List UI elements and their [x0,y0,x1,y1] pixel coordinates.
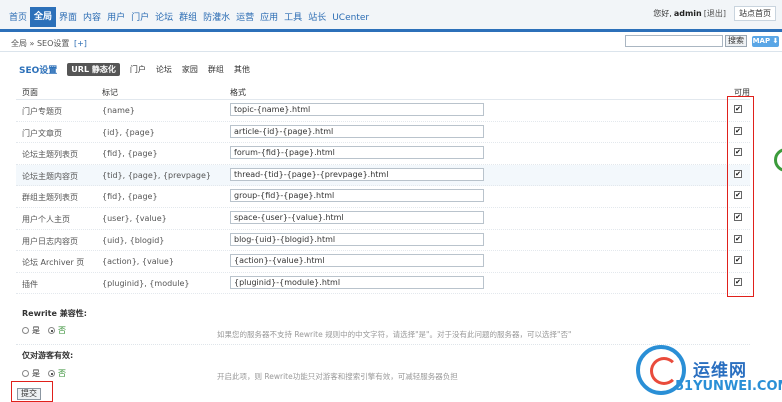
username: admin [673,9,702,18]
watermark-en-text: 51YUNWEI.COM [675,379,782,394]
nav-item-global[interactable]: 全局 [30,7,57,27]
table-row: 群组主题列表页 {fid}, {page} group-{fid}-{page}… [16,186,750,208]
table-header: 页面 标记 格式 可用 [16,83,750,100]
tab-other[interactable]: 其他 [234,64,250,75]
row-page-name: 论坛主题列表页 [22,150,78,160]
row-page-name: 用户个人主页 [22,214,70,224]
row-page-name: 门户文章页 [22,128,62,138]
nav-item-content[interactable]: 内容 [80,11,104,27]
format-input[interactable]: space-{user}-{value}.html [230,210,484,224]
row-mark: {action}, {value} [102,257,174,267]
tab-home[interactable]: 家园 [182,64,198,75]
rewrite-compat-radios: 是 否 [22,325,74,336]
nav-item-apps[interactable]: 应用 [257,11,281,27]
tab-group[interactable]: 群组 [208,64,224,75]
nav-item-operations[interactable]: 运营 [233,11,257,27]
row-mark: {user}, {value} [102,213,167,223]
nav-item-home[interactable]: 首页 [6,11,30,27]
row-page-name: 群组主题列表页 [22,193,78,203]
format-input[interactable]: blog-{uid}-{blogid}.html [230,232,484,246]
row-page-name: 用户日志内容页 [22,236,78,246]
main-menu: 首页 全局 界面 内容 用户 门户 论坛 群组 防灌水 运营 应用 工具 站长 … [6,7,372,27]
greeting-text: 您好, [653,9,672,18]
row-mark: {fid}, {page} [102,149,158,159]
guest-only-yes-label[interactable]: 是 [32,368,40,379]
breadcrumb: 全局 » SEO设置 [+] [11,38,87,49]
guest-only-title: 仅对游客有效: [22,351,74,360]
top-nav: 首页 全局 界面 内容 用户 门户 论坛 群组 防灌水 运营 应用 工具 站长 … [0,0,782,32]
row-mark: {uid}, {blogid} [102,235,165,245]
user-area: 您好, admin [退出] 站点首页 [653,6,776,21]
nav-item-groups[interactable]: 群组 [176,11,200,27]
row-mark: {tid}, {page}, {prevpage} [102,170,211,180]
map-button[interactable]: MAP ⬇ [752,36,779,47]
guest-only-radios: 是 否 [22,368,74,379]
nav-item-forum[interactable]: 论坛 [152,11,176,27]
rewrite-compat-title: Rewrite 兼容性: [22,309,87,318]
breadcrumb-bar: 全局 » SEO设置 [+] 搜索 MAP ⬇ [0,32,782,52]
add-shortcut-link[interactable]: [+] [74,39,87,48]
rewrite-rules-table: 页面 标记 格式 可用 门户专题页 {name} topic-{name}.ht… [16,83,750,295]
row-page-name: 论坛主题内容页 [22,171,78,181]
nav-item-admin[interactable]: 站长 [305,11,329,27]
rewrite-compat-yes-radio[interactable] [22,327,29,334]
table-row: 论坛 Archiver 页 {action}, {value} {action}… [16,251,750,273]
header-mark: 标记 [102,88,118,97]
tab-portal[interactable]: 门户 [130,64,146,75]
side-float-icon[interactable] [774,148,782,172]
row-page-name: 插件 [22,279,38,289]
guest-only-no-label[interactable]: 否 [58,368,66,379]
seo-subtabs: SEO设置 URL 静态化 门户 论坛 家园 群组 其他 [19,63,260,76]
search-input[interactable] [625,35,723,47]
guest-only-yes-radio[interactable] [22,370,29,377]
section-title: SEO设置 [19,66,58,76]
table-row: 论坛主题列表页 {fid}, {page} forum-{fid}-{page}… [16,143,750,165]
nav-item-ucenter[interactable]: UCenter [329,11,372,27]
table-row: 论坛主题内容页 {tid}, {page}, {prevpage} thread… [16,164,750,187]
nav-item-tools[interactable]: 工具 [281,11,305,27]
search-button[interactable]: 搜索 [725,35,747,47]
tab-forum[interactable]: 论坛 [156,64,172,75]
format-input[interactable]: group-{fid}-{page}.html [230,189,484,203]
table-row: 门户专题页 {name} topic-{name}.html ✔ [16,100,750,122]
format-input[interactable]: {action}-{value}.html [230,254,484,268]
row-page-name: 门户专题页 [22,107,62,116]
nav-item-interface[interactable]: 界面 [56,11,80,27]
submit-highlight [11,381,53,402]
breadcrumb-text: 全局 » SEO设置 [11,39,70,48]
rewrite-compat-no-radio[interactable] [48,327,55,334]
nav-item-portal[interactable]: 门户 [128,11,152,27]
row-mark: {id}, {page} [102,127,155,137]
option-divider [16,344,750,345]
format-input[interactable]: forum-{fid}-{page}.html [230,146,484,160]
row-mark: {pluginid}, {module} [102,278,190,288]
format-input[interactable]: thread-{tid}-{page}-{prevpage}.html [230,167,484,181]
row-mark: {fid}, {page} [102,192,158,202]
rewrite-compat-no-label[interactable]: 否 [58,325,66,336]
table-row: 门户文章页 {id}, {page} article-{id}-{page}.h… [16,122,750,144]
site-home-button[interactable]: 站点首页 [734,6,776,21]
tab-url-rewrite[interactable]: URL 静态化 [67,63,120,76]
nav-item-antispam[interactable]: 防灌水 [200,11,233,27]
format-input[interactable]: topic-{name}.html [230,103,484,116]
watermark-cn-text: 运维网 [693,361,747,381]
table-row: 用户个人主页 {user}, {value} space-{user}-{val… [16,208,750,230]
logout-link[interactable]: [退出] [704,8,726,19]
header-format: 格式 [230,88,246,97]
rewrite-compat-hint: 如果您的服务器不支持 Rewrite 规则中的中文字符，请选择"是"。对于没有此… [217,330,572,339]
table-row: 用户日志内容页 {uid}, {blogid} blog-{uid}-{blog… [16,230,750,252]
guest-only-hint: 开启此项，则 Rewrite功能只对游客和搜索引擎有效，可减轻服务器负担 [217,372,458,381]
enabled-column-highlight [727,96,754,297]
guest-only-no-radio[interactable] [48,370,55,377]
header-page: 页面 [22,88,38,97]
table-row: 插件 {pluginid}, {module} {pluginid}-{modu… [16,273,750,295]
nav-item-users[interactable]: 用户 [104,11,128,27]
format-input[interactable]: {pluginid}-{module}.html [230,275,484,289]
row-page-name: 论坛 Archiver 页 [22,258,85,268]
row-mark: {name} [102,106,135,115]
format-input[interactable]: article-{id}-{page}.html [230,124,484,138]
rewrite-compat-yes-label[interactable]: 是 [32,325,40,336]
